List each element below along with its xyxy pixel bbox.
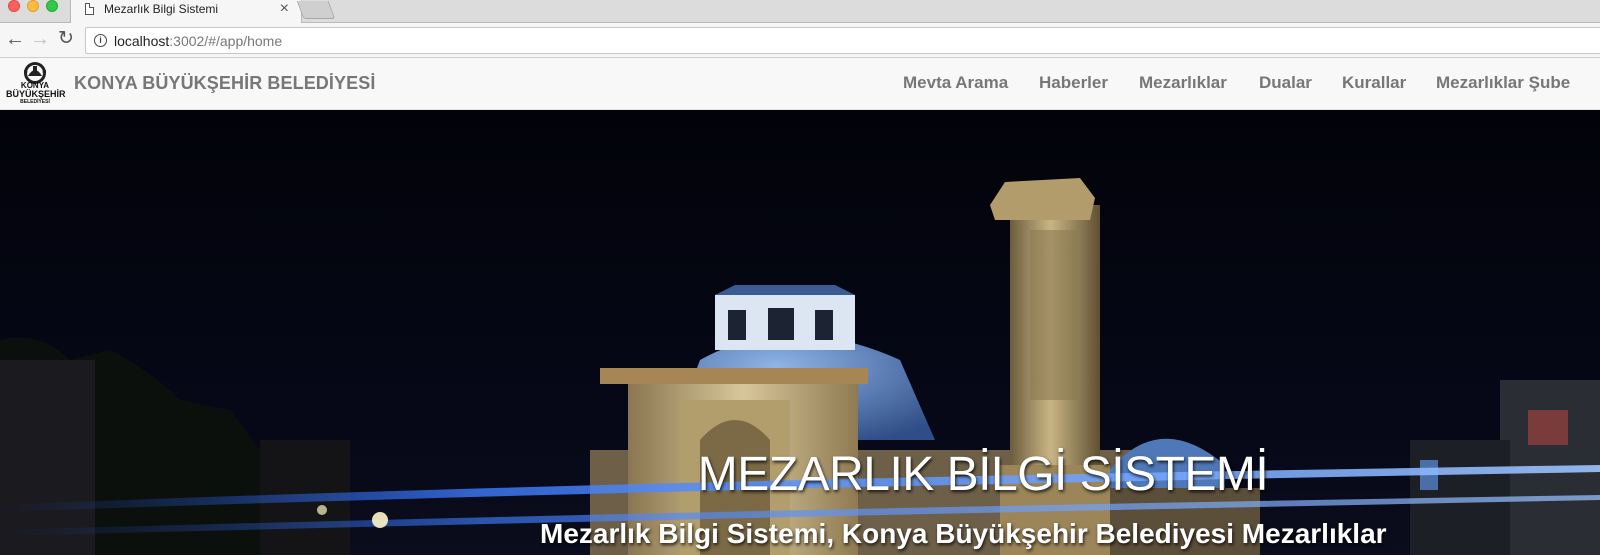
nav-item-mezarliklar[interactable]: Mezarlıklar — [1139, 73, 1227, 93]
window-minimize-button[interactable] — [27, 0, 39, 12]
info-icon[interactable]: i — [94, 34, 107, 47]
tab-title: Mezarlık Bilgi Sistemi — [104, 2, 219, 16]
browser-tab[interactable]: Mezarlık Bilgi Sistemi × — [70, 0, 302, 24]
nav-item-mevta-arama[interactable]: Mevta Arama — [903, 73, 1008, 93]
forward-arrow-icon[interactable]: → — [30, 28, 50, 50]
new-tab-button[interactable] — [296, 1, 336, 19]
municipality-logo[interactable]: KONYA BÜYÜKŞEHİR BELEDİYESİ — [6, 60, 66, 108]
logo-line-2: BÜYÜKŞEHİR — [6, 89, 66, 99]
nav-item-kurallar[interactable]: Kurallar — [1342, 73, 1406, 93]
browser-tab-strip: Mezarlık Bilgi Sistemi × — [0, 0, 1600, 24]
navbar-brand[interactable]: KONYA BÜYÜKŞEHİR BELEDİYESİ — [74, 73, 375, 94]
address-bar[interactable]: i localhost:3002/#/app/home — [85, 27, 1600, 54]
page-icon — [85, 3, 94, 15]
url-host: localhost — [114, 33, 170, 49]
nav-item-mezarliklar-sube[interactable]: Mezarlıklar Şube — [1436, 73, 1570, 93]
site-navbar: KONYA BÜYÜKŞEHİR BELEDİYESİ KONYA BÜYÜKŞ… — [0, 58, 1600, 110]
back-arrow-icon[interactable]: ← — [5, 28, 25, 50]
url-path: :3002/#/app/home — [169, 33, 283, 49]
url-text[interactable]: localhost:3002/#/app/home — [114, 33, 282, 49]
hero-title: MEZARLIK BİLGİ SİSTEMİ — [697, 448, 1269, 501]
hero-subtitle: Mezarlık Bilgi Sistemi, Konya Büyükşehir… — [540, 518, 1387, 549]
nav-item-dualar[interactable]: Dualar — [1259, 73, 1312, 93]
window-maximize-button[interactable] — [46, 0, 58, 12]
hero-banner: MEZARLIK BİLGİ SİSTEMİ Mezarlık Bilgi Si… — [0, 110, 1600, 555]
tab-close-icon[interactable]: × — [280, 0, 289, 18]
logo-line-3: BELEDİYESİ — [20, 99, 50, 105]
reload-icon[interactable]: ↻ — [58, 28, 74, 50]
browser-toolbar: ← → ↻ i localhost:3002/#/app/home — [0, 23, 1600, 58]
nav-item-haberler[interactable]: Haberler — [1039, 73, 1108, 93]
window-close-button[interactable] — [8, 0, 20, 12]
